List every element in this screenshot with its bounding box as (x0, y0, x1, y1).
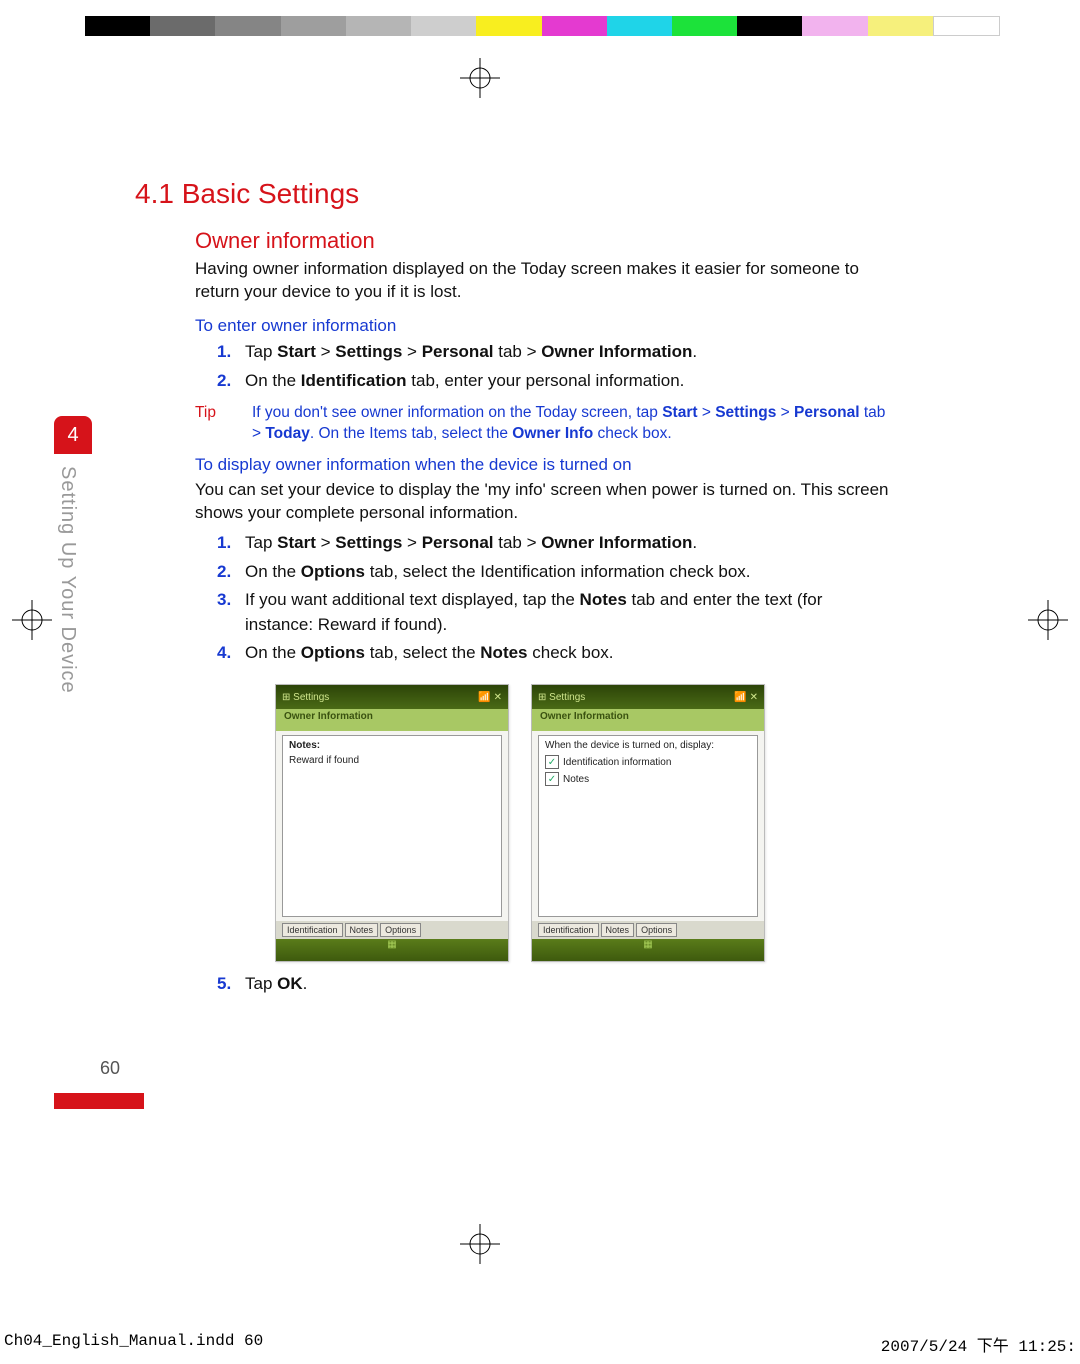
steps-list-1: Tap Start > Settings > Personal tab > Ow… (195, 340, 895, 393)
paragraph: You can set your device to display the '… (195, 479, 895, 525)
footer-timestamp: 2007/5/24 下午 11:25: (881, 1332, 1076, 1356)
tip-text: If you don't see owner information on th… (252, 403, 895, 445)
print-color-bar (85, 16, 1000, 36)
step: Tap Start > Settings > Personal tab > Ow… (245, 340, 895, 365)
step: If you want additional text displayed, t… (245, 588, 895, 637)
page-number-bar (54, 1093, 144, 1109)
page-number: 60 (100, 1058, 120, 1079)
intro-paragraph: Having owner information displayed on th… (195, 258, 895, 304)
steps-list-2: Tap Start > Settings > Personal tab > Ow… (195, 531, 895, 666)
step: Tap Start > Settings > Personal tab > Ow… (245, 531, 895, 556)
registration-mark (1028, 600, 1068, 640)
footer-file: Ch04_English_Manual.indd 60 (4, 1332, 263, 1356)
procedure-heading: To display owner information when the de… (195, 455, 895, 475)
step: On the Options tab, select the Identific… (245, 560, 895, 585)
tip-label: Tip (195, 403, 216, 445)
step: On the Identiﬁcation tab, enter your per… (245, 369, 895, 394)
step: Tap OK. (245, 972, 895, 997)
print-footer: Ch04_English_Manual.indd 60 2007/5/24 下午… (4, 1332, 1076, 1356)
chapter-tab: 4 (54, 416, 92, 454)
chapter-side-label: Setting Up Your Device (56, 466, 79, 694)
screenshot-notes-tab: ⊞ Settings📶 ✕ Owner Information Notes: R… (275, 684, 509, 962)
section-title: Basic Settings (182, 178, 359, 209)
screenshot-options-tab: ⊞ Settings📶 ✕ Owner Information When the… (531, 684, 765, 962)
registration-mark (460, 1224, 500, 1264)
registration-mark (12, 600, 52, 640)
steps-list-2-cont: Tap OK. (195, 972, 895, 997)
procedure-heading: To enter owner information (195, 316, 895, 336)
section-heading: 4.1 Basic Settings (135, 178, 895, 210)
subsection-heading: Owner information (195, 228, 895, 254)
device-screenshots: ⊞ Settings📶 ✕ Owner Information Notes: R… (275, 684, 895, 962)
section-number: 4.1 (135, 178, 174, 209)
registration-mark (460, 58, 500, 98)
tip-block: Tip If you don't see owner information o… (195, 403, 895, 445)
page-content: 4.1 Basic Settings Owner information Hav… (135, 178, 895, 1007)
step: On the Options tab, select the Notes che… (245, 641, 895, 666)
